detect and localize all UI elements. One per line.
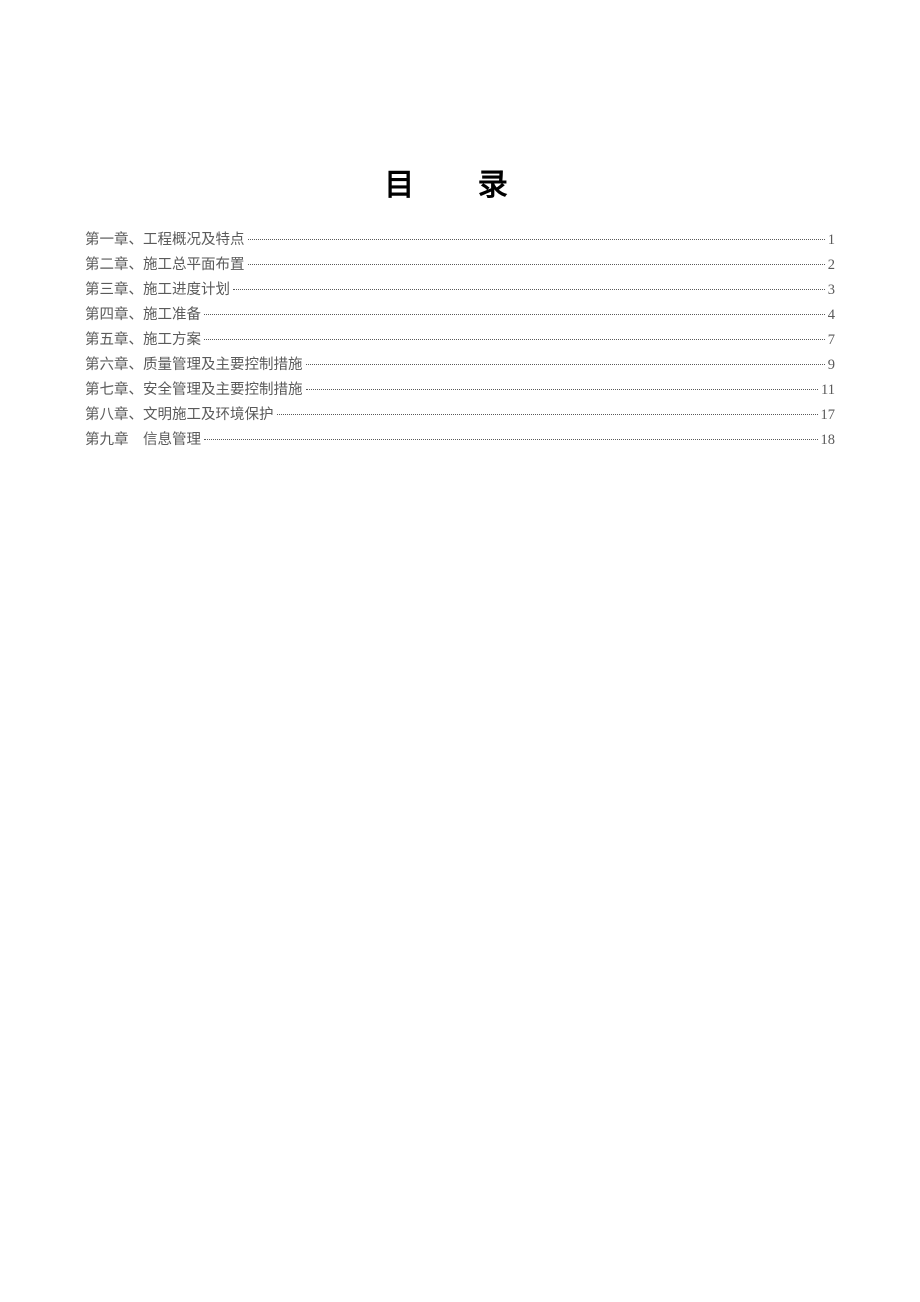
toc-entry-page: 18 (821, 428, 836, 453)
toc-entry-label: 第一章、工程概况及特点 (85, 228, 245, 253)
toc-entry-label: 第七章、安全管理及主要控制措施 (85, 378, 303, 403)
toc-dots (248, 264, 825, 265)
toc-entry: 第二章、施工总平面布置 2 (85, 253, 835, 278)
toc-entry: 第三章、施工进度计划 3 (85, 278, 835, 303)
toc-entry-page: 2 (828, 253, 835, 278)
toc-dots (204, 339, 825, 340)
document-page: 目 录 第一章、工程概况及特点 1 第二章、施工总平面布置 2 第三章、施工进度… (0, 0, 920, 453)
toc-entry-page: 7 (828, 328, 835, 353)
toc-entry-label: 第四章、施工准备 (85, 303, 201, 328)
toc-entry-label: 第六章、质量管理及主要控制措施 (85, 353, 303, 378)
toc-dots (306, 389, 819, 390)
toc-entry-page: 4 (828, 303, 835, 328)
toc-dots (204, 439, 818, 440)
toc-entry-label: 第二章、施工总平面布置 (85, 253, 245, 278)
toc-entry-label: 第三章、施工进度计划 (85, 278, 230, 303)
toc-entry-label: 第八章、文明施工及环境保护 (85, 403, 274, 428)
toc-entry: 第七章、安全管理及主要控制措施 11 (85, 378, 835, 403)
toc-dots (277, 414, 818, 415)
toc-dots (233, 289, 825, 290)
toc-entry: 第九章 信息管理 18 (85, 428, 835, 453)
table-of-contents: 第一章、工程概况及特点 1 第二章、施工总平面布置 2 第三章、施工进度计划 3… (85, 228, 835, 453)
toc-entry: 第八章、文明施工及环境保护 17 (85, 403, 835, 428)
toc-entry-page: 1 (828, 228, 835, 253)
toc-entry-page: 3 (828, 278, 835, 303)
toc-entry-page: 9 (828, 353, 835, 378)
toc-entry: 第一章、工程概况及特点 1 (85, 228, 835, 253)
toc-dots (306, 364, 825, 365)
toc-dots (204, 314, 825, 315)
toc-dots (248, 239, 825, 240)
toc-entry: 第五章、施工方案 7 (85, 328, 835, 353)
toc-entry: 第四章、施工准备 4 (85, 303, 835, 328)
toc-title: 目 录 (85, 160, 835, 204)
toc-entry-page: 11 (821, 378, 835, 403)
toc-entry-label: 第五章、施工方案 (85, 328, 201, 353)
toc-entry-page: 17 (821, 403, 836, 428)
toc-entry-label: 第九章 信息管理 (85, 428, 201, 453)
toc-entry: 第六章、质量管理及主要控制措施 9 (85, 353, 835, 378)
